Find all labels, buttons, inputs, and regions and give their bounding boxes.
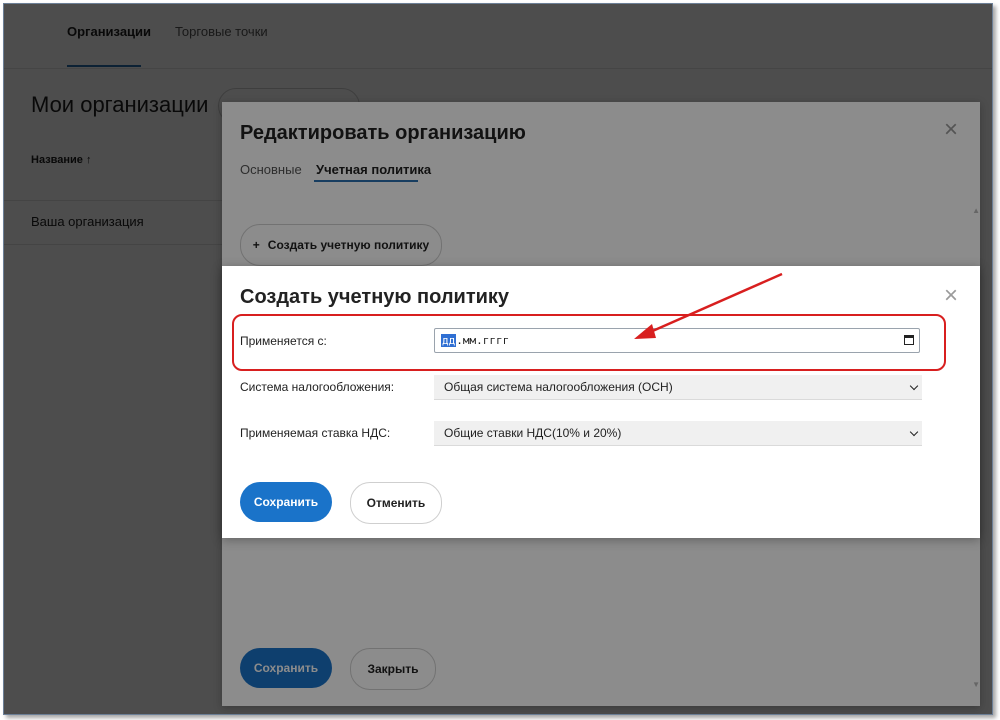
vat-rate-value: Общие ставки НДС(10% и 20%) (444, 426, 622, 440)
save-button[interactable]: Сохранить (240, 482, 332, 522)
chevron-down-icon (909, 381, 919, 391)
vat-rate-label: Применяемая ставка НДС: (240, 426, 391, 440)
annotation-highlight-box (232, 314, 946, 371)
cancel-button[interactable]: Отменить (350, 482, 442, 524)
chevron-down-icon (909, 427, 919, 437)
close-icon[interactable]: × (944, 284, 958, 308)
tax-system-select[interactable]: Общая система налогообложения (ОСН) (434, 375, 922, 400)
tax-system-label: Система налогообложения: (240, 380, 395, 394)
create-policy-modal: Создать учетную политику × Применяется с… (222, 266, 980, 538)
vat-rate-select[interactable]: Общие ставки НДС(10% и 20%) (434, 421, 922, 446)
tax-system-value: Общая система налогообложения (ОСН) (444, 380, 673, 394)
modal-title: Создать учетную политику (240, 286, 510, 308)
